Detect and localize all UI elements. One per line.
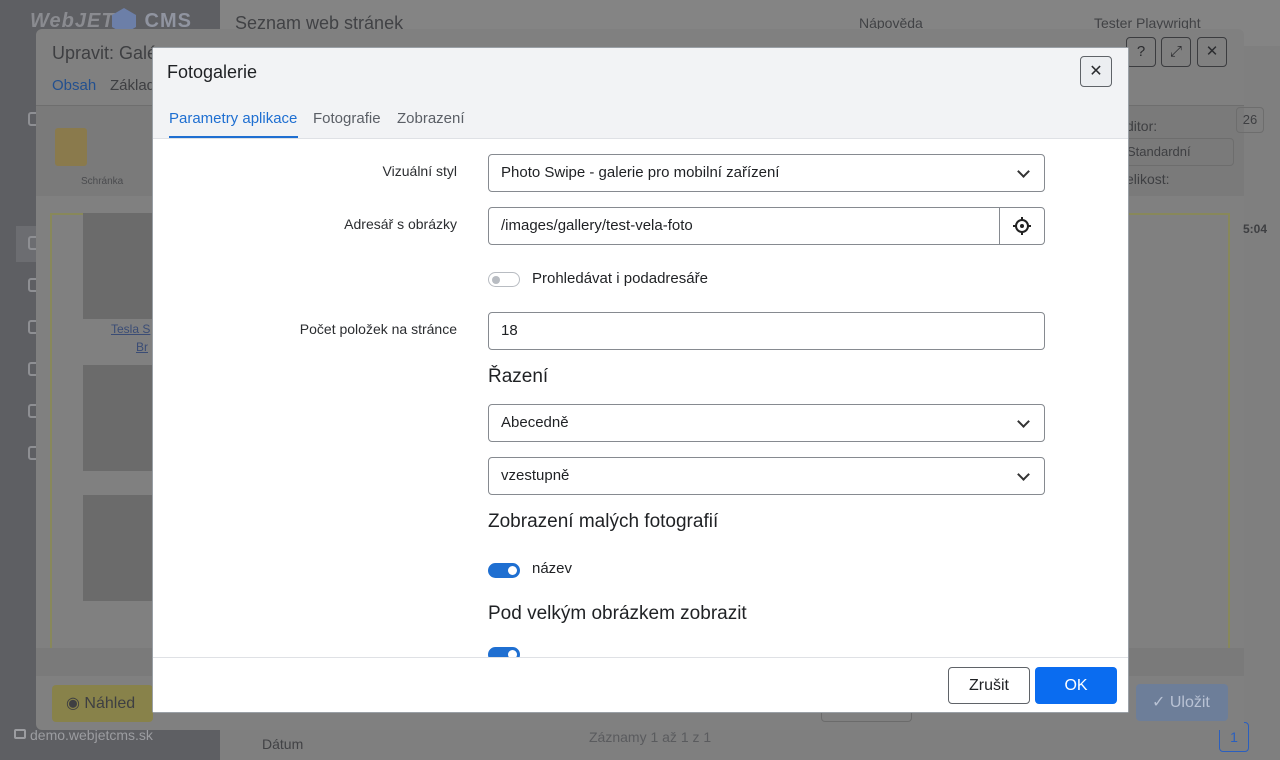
toggle-knob (492, 276, 500, 284)
save-button[interactable]: ✓ Uložit (1136, 684, 1228, 721)
time-text: 5:04 (1243, 222, 1268, 236)
eye-icon: ◉ (66, 695, 85, 712)
dialog-title: Fotogalerie (167, 62, 258, 82)
visual-style-select[interactable]: Photo Swipe - galerie pro mobilní zaříze… (488, 154, 1045, 192)
large-title-toggle[interactable] (488, 647, 520, 657)
per-page-label: Počet položek na stránce (299, 321, 457, 337)
visual-style-label: Vizuální styl (382, 163, 457, 179)
editor-type-select[interactable]: Standardní (1118, 138, 1234, 166)
tab-display[interactable]: Zobrazení (397, 110, 465, 127)
toggle-knob (508, 650, 517, 657)
gallery-photo[interactable] (83, 365, 153, 471)
thumbs-heading: Zobrazení malých fotografií (488, 511, 719, 532)
sorting-heading: Řazení (488, 366, 549, 387)
active-tab-indicator (169, 136, 298, 138)
editor-tab-basic[interactable]: Základ (110, 77, 155, 94)
target-icon (1013, 217, 1031, 235)
ok-button[interactable]: OK (1035, 667, 1117, 704)
sort-by-select[interactable]: Abecedně (488, 404, 1045, 442)
editor-title: Upravit: Galé (52, 43, 158, 63)
large-image-heading: Pod velkým obrázkem zobrazit (488, 603, 747, 624)
check-icon: ✓ (1152, 694, 1170, 711)
subdirs-toggle[interactable] (488, 272, 520, 287)
paste-icon[interactable] (55, 128, 87, 166)
tab-photos[interactable]: Fotografie (313, 110, 381, 127)
counter-badge: 26 (1236, 107, 1264, 133)
sort-direction-select[interactable]: vzestupně (488, 457, 1045, 495)
fotogalerie-dialog: Fotogalerie ✕ Parametry aplikace Fotogra… (152, 47, 1129, 713)
gallery-photo[interactable] (83, 213, 153, 319)
gallery-photo[interactable] (83, 495, 153, 601)
toggle-knob (508, 566, 517, 575)
per-page-input[interactable]: 18 (488, 312, 1045, 350)
monitor-icon (14, 729, 26, 739)
tab-app-params[interactable]: Parametry aplikace (169, 110, 297, 127)
help-icon[interactable]: ? (1126, 37, 1156, 67)
image-dir-label: Adresář s obrázky (344, 216, 457, 232)
folder-item[interactable]: Dátum (262, 736, 303, 752)
image-dir-input[interactable]: /images/gallery/test-vela-foto (488, 207, 1045, 245)
preview-button[interactable]: ◉ Náhled (52, 685, 153, 722)
dir-picker-button[interactable] (999, 208, 1044, 244)
image-dir-value: /images/gallery/test-vela-foto (501, 217, 693, 234)
subdirs-label: Prohledávat i podadresáře (532, 270, 708, 287)
dialog-footer: Zrušit OK (153, 657, 1128, 712)
editor-tab-content[interactable]: Obsah (52, 77, 97, 107)
maximize-icon[interactable]: ⤢ (1161, 37, 1191, 67)
close-icon: ✕ (1089, 63, 1103, 80)
name-toggle[interactable] (488, 563, 520, 578)
close-button[interactable]: ✕ (1080, 56, 1112, 87)
size-label: elikost: (1126, 171, 1170, 187)
editor-type-label: ditor: (1126, 118, 1158, 134)
dialog-body: Vizuální styl Photo Swipe - galerie pro … (153, 140, 1128, 657)
records-info: Záznamy 1 až 1 z 1 (589, 729, 712, 745)
dialog-tabs: Parametry aplikace Fotografie Zobrazení (153, 94, 1128, 139)
cancel-button[interactable]: Zrušit (948, 667, 1030, 704)
photo-caption[interactable]: Tesla S Br (111, 320, 150, 356)
close-icon[interactable]: ✕ (1197, 37, 1227, 67)
name-label: název (532, 560, 573, 577)
clipboard-label: Schránka (81, 176, 124, 187)
dialog-header: Fotogalerie ✕ (153, 48, 1128, 94)
